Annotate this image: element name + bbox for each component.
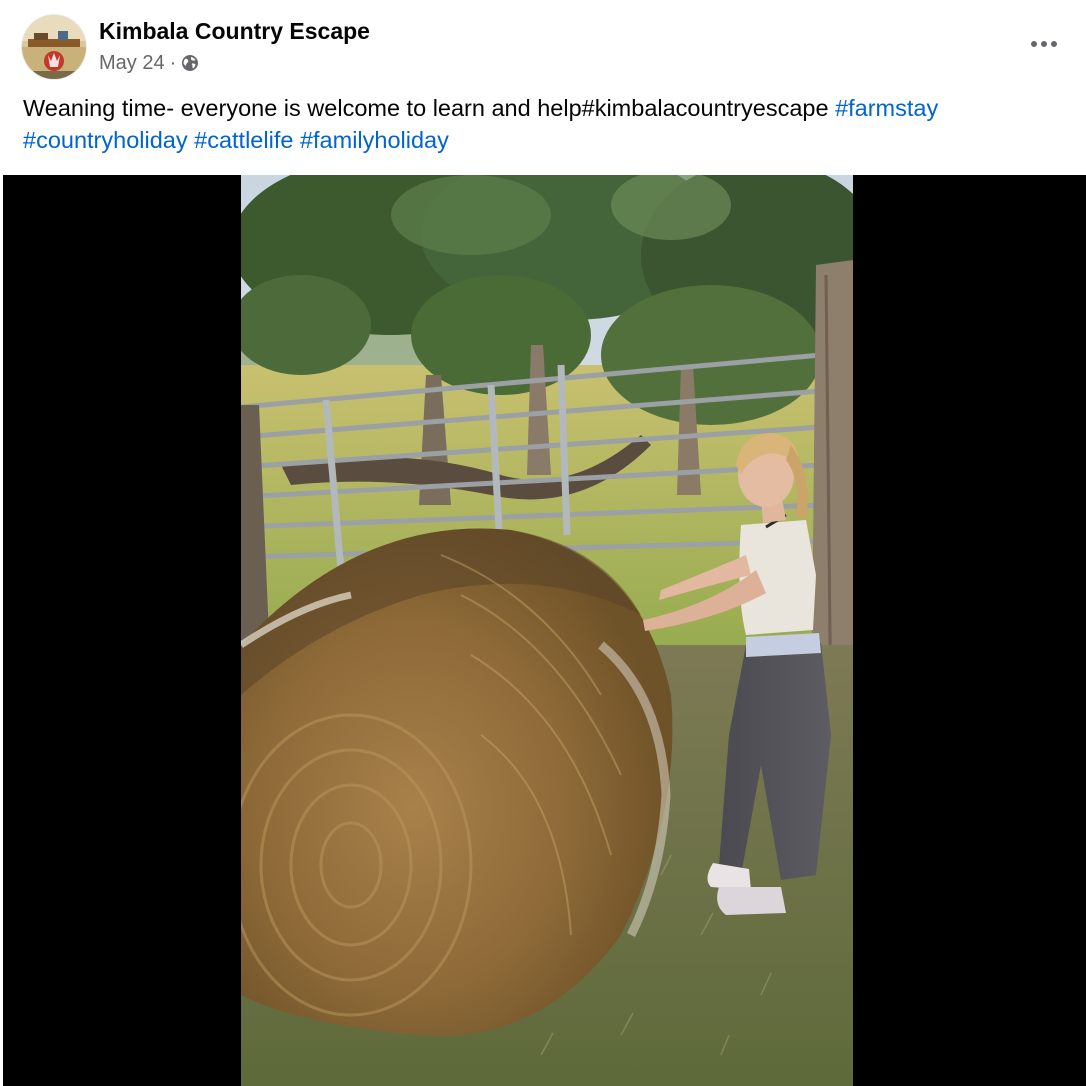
meta-separator: · — [169, 51, 177, 74]
page-avatar[interactable] — [22, 15, 86, 79]
hashtag-link[interactable]: #farmstay — [835, 95, 938, 121]
hashtag-link[interactable]: #cattlelife — [194, 127, 293, 153]
post-caption: Weaning time- everyone is welcome to lea… — [23, 92, 1063, 156]
page-name[interactable]: Kimbala Country Escape — [99, 16, 370, 46]
hashtag-link[interactable]: #countryholiday — [23, 127, 188, 153]
hashtag-link[interactable]: #familyholiday — [300, 127, 449, 153]
ellipsis-icon — [1031, 41, 1057, 47]
globe-icon[interactable] — [181, 54, 199, 72]
post-date[interactable]: May 24 — [99, 52, 165, 75]
post-meta: May 24 · — [99, 49, 199, 77]
video-player[interactable] — [241, 175, 853, 1086]
video-frame — [241, 175, 853, 1086]
media-container — [3, 175, 1086, 1086]
caption-text: Weaning time- everyone is welcome to lea… — [23, 95, 836, 121]
more-options-button[interactable] — [1022, 26, 1066, 62]
post-header: Kimbala Country Escape May 24 · — [0, 0, 1086, 90]
avatar-image — [22, 15, 86, 79]
facebook-post: Kimbala Country Escape May 24 · Weaning … — [0, 0, 1086, 1086]
